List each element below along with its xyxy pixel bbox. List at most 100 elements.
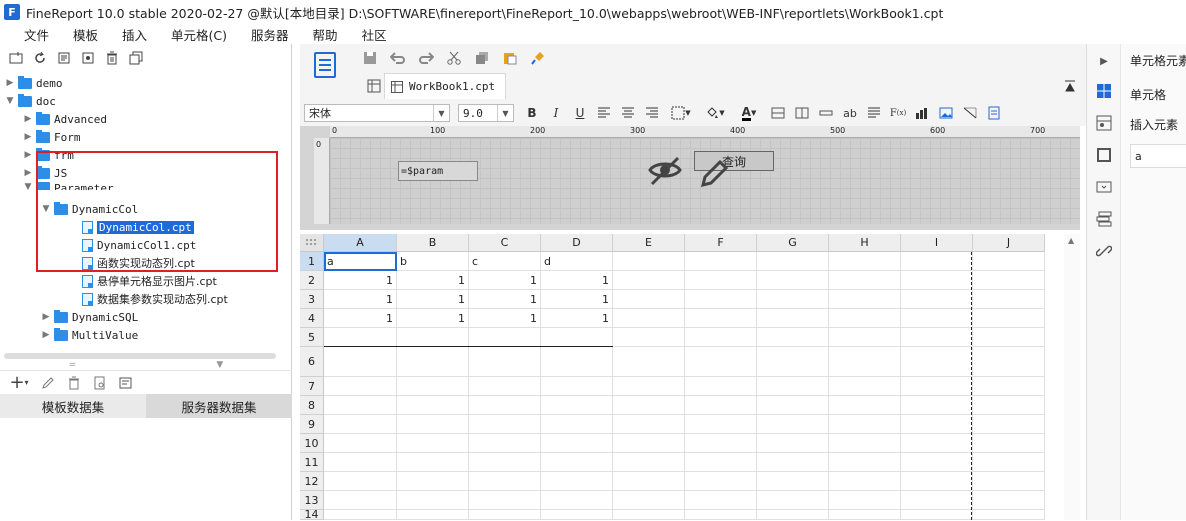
grid-cell[interactable] [469, 434, 541, 453]
grid-cell[interactable] [829, 510, 901, 520]
row-header-1[interactable]: 1 [300, 252, 324, 271]
column-header-a[interactable]: A [324, 234, 397, 252]
grid-cell[interactable] [973, 472, 1045, 491]
grid-cell[interactable] [541, 328, 613, 347]
grid-cell[interactable] [685, 472, 757, 491]
grid-cell[interactable] [469, 328, 541, 347]
cell-value-input[interactable]: a [1130, 144, 1186, 168]
grid-cell[interactable] [829, 396, 901, 415]
grid-cell[interactable] [324, 434, 397, 453]
align-left-icon[interactable] [594, 103, 614, 123]
expand-arrow-icon[interactable]: ▶ [40, 330, 52, 340]
insert-chart-icon[interactable] [912, 103, 932, 123]
grid-cell[interactable] [613, 472, 685, 491]
expand-arrow-icon[interactable]: ▶ [22, 150, 34, 160]
grid-cell[interactable] [757, 328, 829, 347]
edit-icon[interactable] [38, 373, 58, 393]
grid-cell[interactable]: b [397, 252, 469, 271]
grid-cell[interactable] [973, 271, 1045, 290]
fill-color-icon[interactable]: ▼ [700, 103, 730, 123]
menu-community[interactable]: 社区 [350, 25, 399, 44]
grid-cell[interactable] [324, 328, 397, 347]
column-header-h[interactable]: H [829, 234, 901, 252]
grid-cell[interactable] [829, 377, 901, 396]
grid-cell[interactable] [685, 328, 757, 347]
redo-icon[interactable] [416, 48, 436, 68]
font-size-select[interactable]: 9.0 ▼ [458, 104, 514, 122]
tree-item-doc[interactable]: ▼ doc [4, 92, 56, 110]
grid-cell[interactable] [397, 415, 469, 434]
grid-cell[interactable] [973, 252, 1045, 271]
grid-cell[interactable] [469, 396, 541, 415]
select-all-corner[interactable] [300, 234, 324, 252]
grid-cell[interactable] [901, 415, 973, 434]
grid-cell[interactable] [613, 290, 685, 309]
column-header-g[interactable]: G [757, 234, 829, 252]
grid-cell[interactable] [469, 472, 541, 491]
expand-arrow-icon[interactable]: ▶ [40, 312, 52, 322]
grid-cell[interactable] [397, 510, 469, 520]
tree-item-form[interactable]: ▶ Form [22, 128, 81, 146]
grid-cell[interactable] [324, 347, 397, 377]
collapse-panel-icon[interactable]: ▶ [1095, 52, 1113, 70]
grid-cell[interactable] [541, 453, 613, 472]
grid-cell[interactable] [541, 377, 613, 396]
grid-cell[interactable] [901, 347, 973, 377]
column-header-i[interactable]: I [901, 234, 973, 252]
tree-item-demo[interactable]: ▶ demo [4, 74, 63, 92]
grid-cell[interactable] [397, 472, 469, 491]
grid-cell[interactable] [901, 290, 973, 309]
grid-cell[interactable]: 1 [469, 290, 541, 309]
condition-icon[interactable] [1095, 210, 1113, 228]
insert-text-icon[interactable] [816, 103, 836, 123]
expand-arrow-icon[interactable]: ▶ [4, 78, 16, 88]
grid-cell[interactable] [324, 377, 397, 396]
grid-cell[interactable] [757, 491, 829, 510]
rich-text-icon[interactable] [864, 103, 884, 123]
row-header-6[interactable]: 6 [300, 347, 324, 377]
row-header-14[interactable]: 14 [300, 508, 324, 521]
tree-item-hover-image[interactable]: 悬停单元格显示图片.cpt [80, 272, 217, 290]
column-header-e[interactable]: E [613, 234, 685, 252]
column-header-b[interactable]: B [397, 234, 469, 252]
refresh-icon[interactable] [30, 48, 50, 68]
grid-cell[interactable] [324, 510, 397, 520]
align-center-icon[interactable] [618, 103, 638, 123]
grid-cell[interactable] [685, 377, 757, 396]
grid-cell[interactable] [901, 252, 973, 271]
grid-cell[interactable] [397, 377, 469, 396]
grid-cell[interactable] [757, 290, 829, 309]
grid-cell[interactable] [324, 472, 397, 491]
grid-cell[interactable] [541, 434, 613, 453]
bold-button[interactable]: B [522, 103, 542, 123]
grid-cell[interactable] [685, 271, 757, 290]
grid-cell[interactable] [324, 491, 397, 510]
menu-cell[interactable]: 单元格(C) [159, 25, 239, 44]
grid-cell[interactable] [829, 271, 901, 290]
cell-layout-icon[interactable] [364, 76, 384, 96]
grid-cell[interactable] [973, 290, 1045, 309]
border-icon[interactable] [1095, 146, 1113, 164]
grid-cell[interactable] [901, 309, 973, 328]
menu-help[interactable]: 帮助 [301, 25, 350, 44]
new-folder-icon[interactable] [6, 48, 26, 68]
grid-cell[interactable]: 1 [324, 271, 397, 290]
grid-cell[interactable] [541, 472, 613, 491]
underline-button[interactable]: U [570, 103, 590, 123]
grid-cell[interactable] [973, 415, 1045, 434]
widget-icon[interactable] [1095, 178, 1113, 196]
save-icon[interactable] [360, 48, 380, 68]
grid-cell[interactable] [613, 491, 685, 510]
column-header-f[interactable]: F [685, 234, 757, 252]
insert-text-ab-icon[interactable]: ab [840, 103, 860, 123]
grid-cell[interactable] [757, 252, 829, 271]
grid-cell[interactable] [613, 271, 685, 290]
grid-cell[interactable] [541, 347, 613, 377]
row-header-10[interactable]: 10 [300, 434, 324, 453]
menu-file[interactable]: 文件 [12, 25, 61, 44]
grid-cell[interactable] [397, 491, 469, 510]
grid-cell[interactable] [685, 347, 757, 377]
grid-cell[interactable] [901, 377, 973, 396]
italic-button[interactable]: I [546, 103, 566, 123]
grid-cell[interactable] [613, 377, 685, 396]
